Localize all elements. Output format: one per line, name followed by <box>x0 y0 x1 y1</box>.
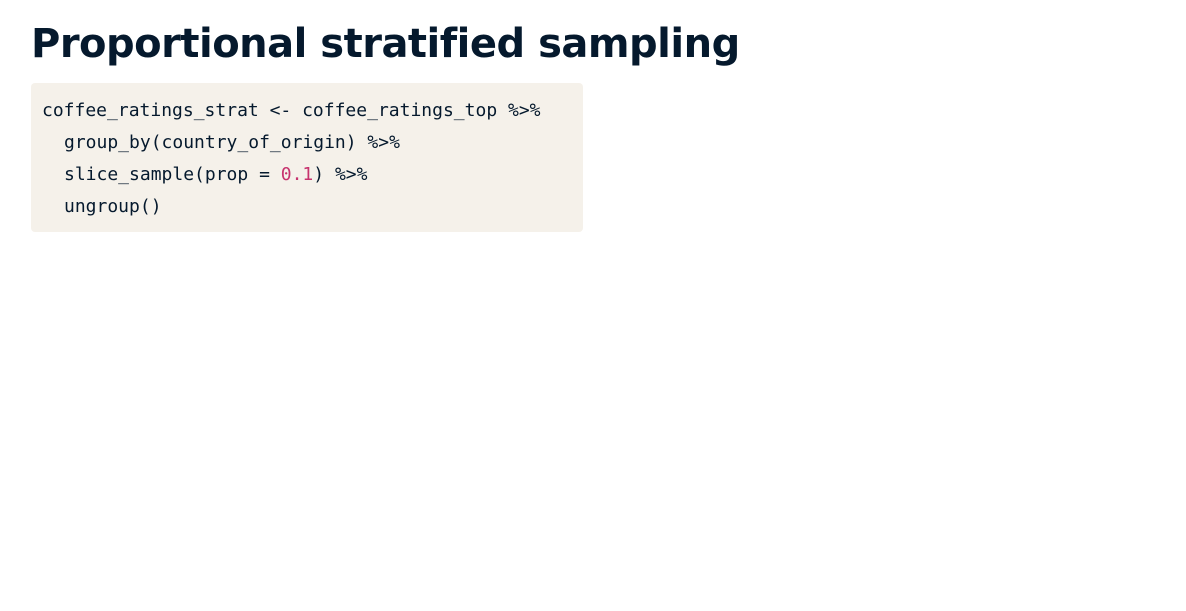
code-line-3: slice_sample(prop = 0.1) %>% <box>42 159 572 191</box>
code-line-2: group_by(country_of_origin) %>% <box>42 127 572 159</box>
slide: Proportional stratified sampling coffee_… <box>0 0 1186 611</box>
numeric-literal: 0.1 <box>280 164 314 185</box>
code-line-1: coffee_ratings_strat <- coffee_ratings_t… <box>42 95 572 127</box>
code-text: coffee_ratings_strat <- coffee_ratings_t… <box>42 100 541 121</box>
code-text: slice_sample(prop = <box>64 164 281 185</box>
code-block: coffee_ratings_strat <- coffee_ratings_t… <box>31 83 583 232</box>
slide-title: Proportional stratified sampling <box>31 21 740 67</box>
code-text: ungroup() <box>64 196 162 217</box>
code-text: ) %>% <box>313 164 368 185</box>
code-text: group_by(country_of_origin) %>% <box>64 132 400 153</box>
code-line-4: ungroup() <box>42 191 572 223</box>
